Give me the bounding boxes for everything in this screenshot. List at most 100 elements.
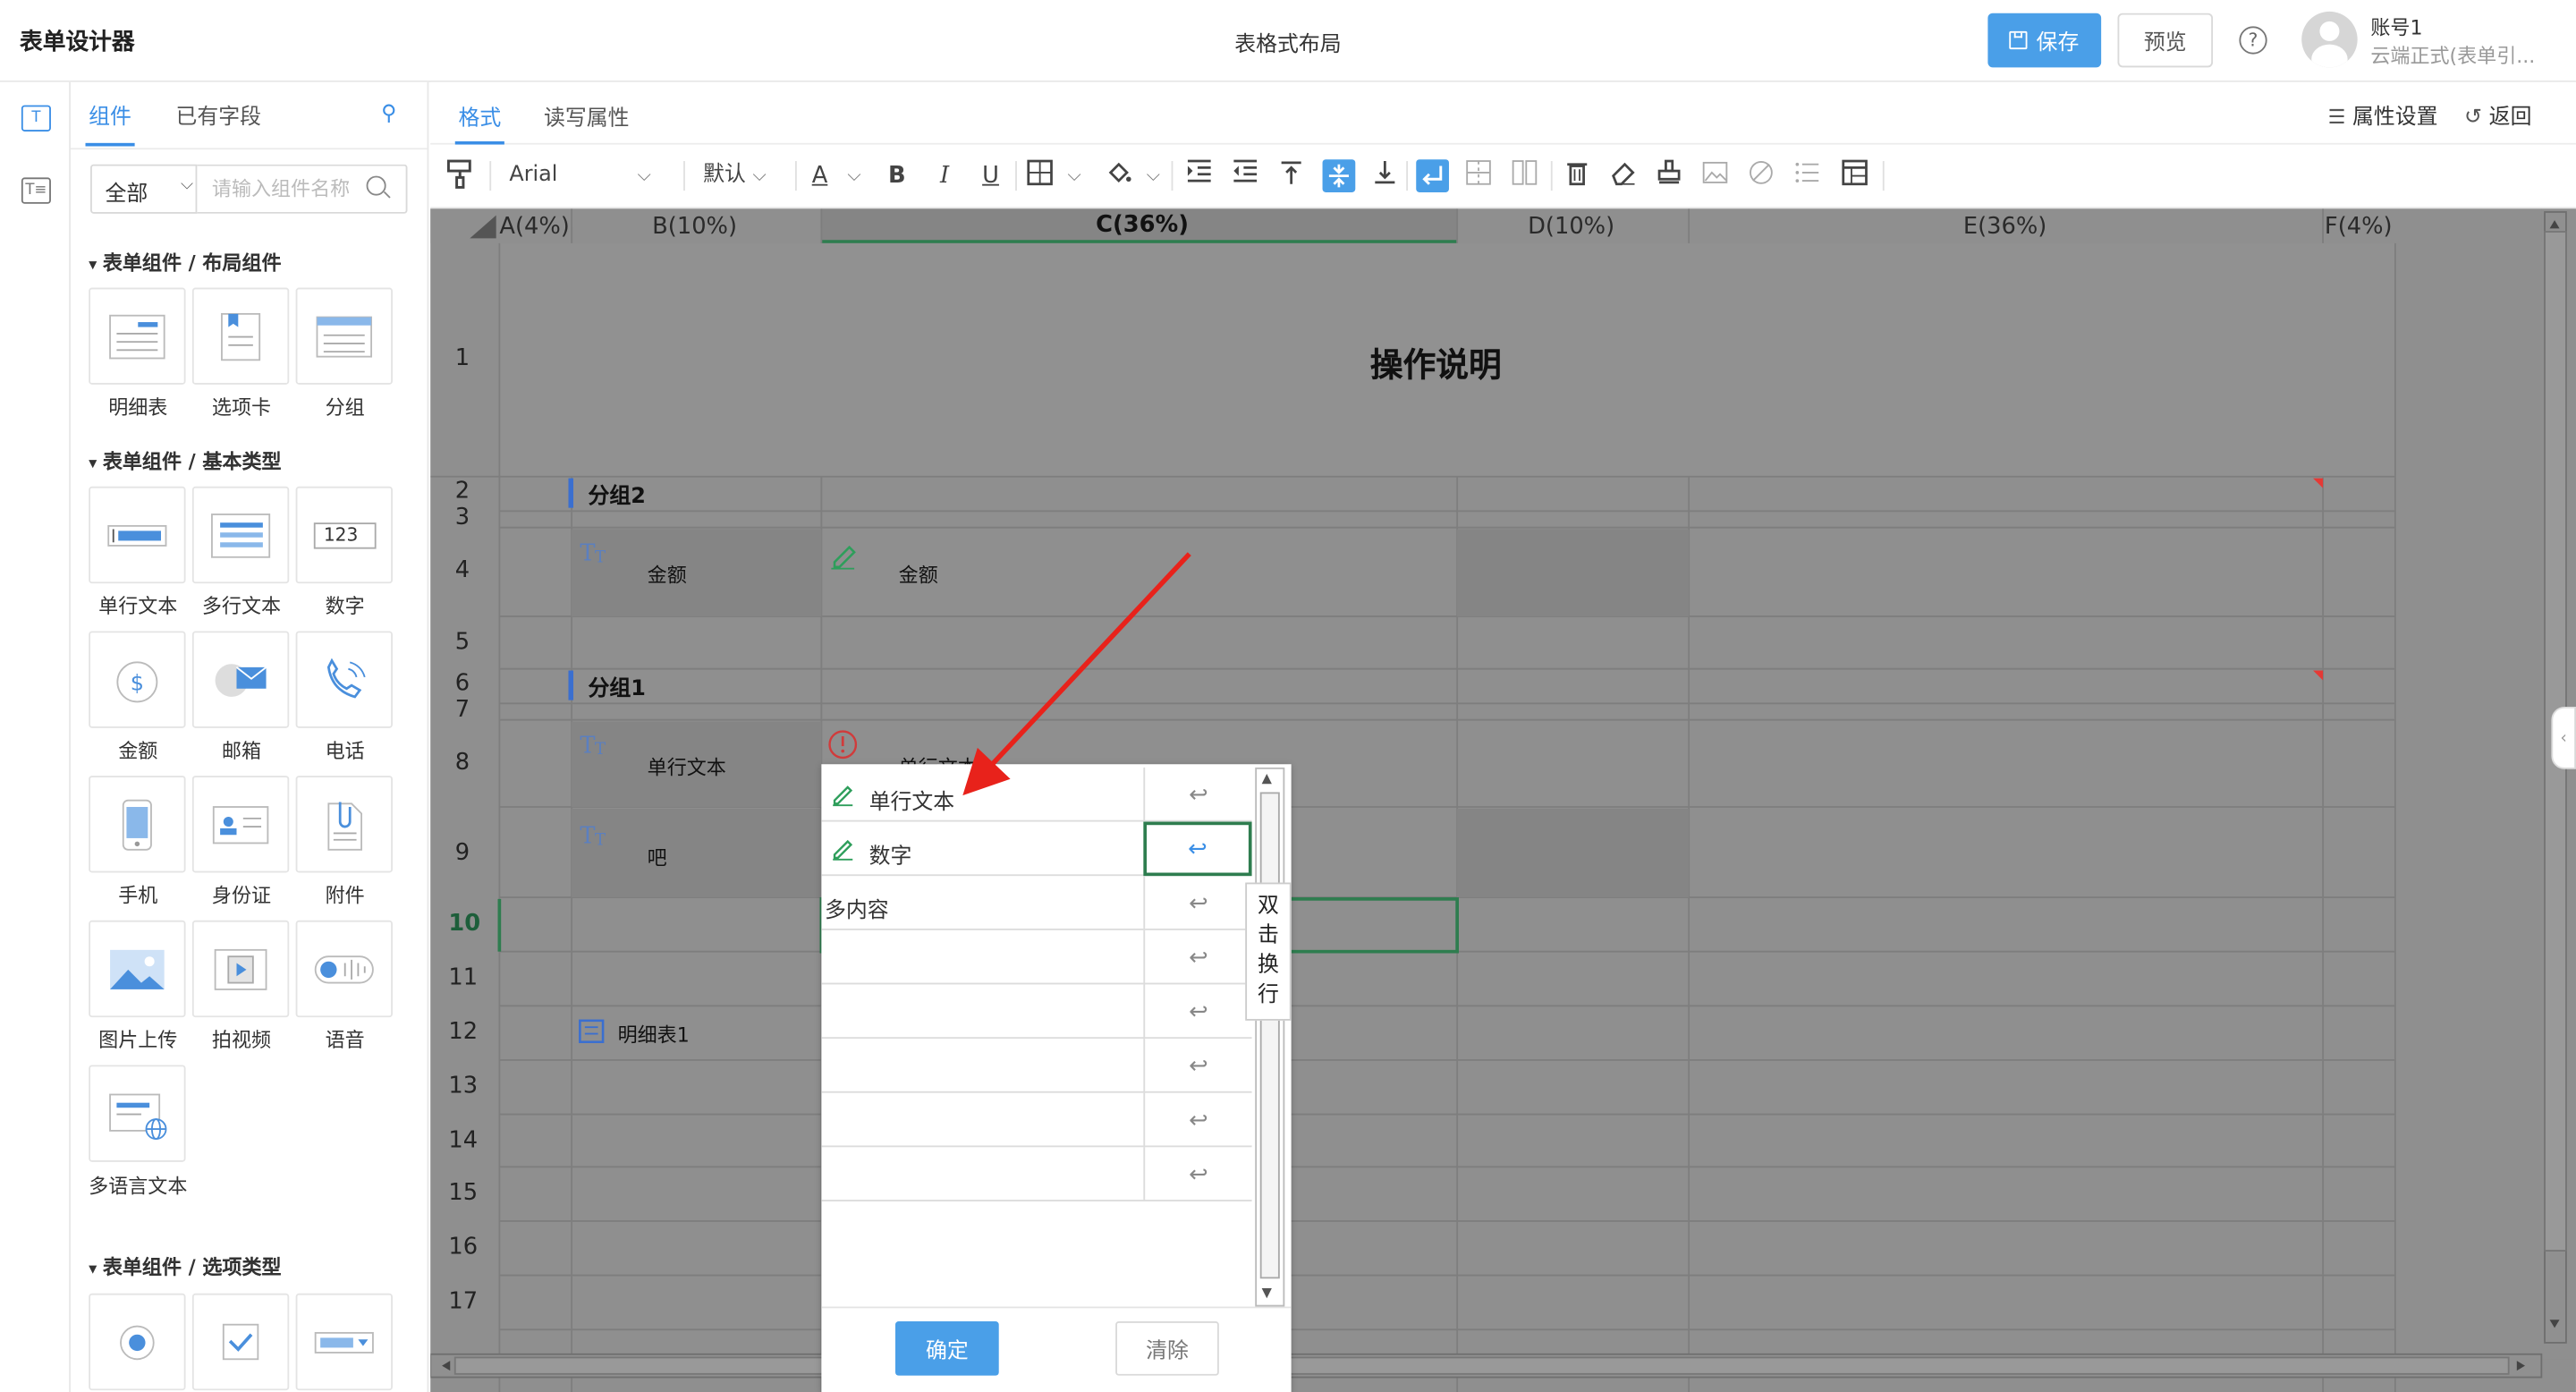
field-label-cell[interactable]: 单行文本 bbox=[648, 752, 726, 780]
phone-component[interactable] bbox=[295, 631, 393, 728]
field-label-cell[interactable]: 吧 bbox=[648, 843, 667, 870]
font-family-select[interactable]: Arial ⌵ bbox=[509, 159, 657, 192]
collapse-panel-handle[interactable]: ‹ bbox=[2551, 706, 2576, 769]
align-top-icon[interactable] bbox=[1276, 159, 1306, 192]
attachment-component[interactable] bbox=[295, 776, 393, 873]
row-header[interactable]: 7 bbox=[455, 697, 470, 723]
amount-component[interactable]: $ bbox=[89, 631, 186, 728]
stamp-icon[interactable] bbox=[1655, 159, 1684, 192]
column-header-f[interactable]: F(4%) bbox=[2325, 214, 2393, 240]
back-button[interactable]: ↺ 返回 bbox=[2464, 98, 2531, 131]
eraser-icon[interactable] bbox=[1608, 159, 1638, 192]
table-layout-icon[interactable] bbox=[1840, 159, 1869, 192]
tab-format[interactable]: 格式 bbox=[458, 100, 501, 132]
row-header[interactable]: 12 bbox=[448, 1019, 478, 1045]
option-row[interactable]: 数字 ↩ bbox=[821, 821, 1252, 877]
option-row[interactable]: ↩ bbox=[821, 1039, 1252, 1093]
fill-color-icon[interactable] bbox=[1104, 159, 1133, 192]
video-component[interactable] bbox=[191, 920, 290, 1018]
underline-button[interactable]: U bbox=[978, 159, 1004, 192]
wrap-line-icon[interactable]: ↩ bbox=[1143, 1039, 1251, 1093]
option-row[interactable]: 单行文本 ↩ bbox=[821, 767, 1252, 822]
pin-icon[interactable]: ⚲ bbox=[381, 102, 397, 127]
clear-button[interactable]: 清除 bbox=[1115, 1321, 1219, 1376]
format-painter-icon[interactable] bbox=[445, 159, 475, 192]
delete-icon[interactable] bbox=[1563, 159, 1592, 192]
wrap-text-icon[interactable] bbox=[1416, 159, 1449, 192]
option-row[interactable]: ↩ bbox=[821, 929, 1252, 985]
text-layout-icon[interactable]: T≡ bbox=[21, 177, 51, 204]
insert-image-icon[interactable] bbox=[1700, 159, 1730, 192]
section-title-layout[interactable]: 表单组件 / 布局组件 bbox=[89, 248, 282, 276]
option-row[interactable]: ↩ bbox=[821, 984, 1252, 1040]
group-header[interactable]: 分组1 bbox=[589, 671, 646, 702]
row-header[interactable]: 6 bbox=[455, 671, 470, 697]
spreadsheet-grid[interactable]: TT TT TT A(4%) B(10%) C(36%) D(10%) E(36… bbox=[430, 208, 2576, 1392]
row-header[interactable]: 17 bbox=[448, 1288, 478, 1314]
wrap-line-icon[interactable]: ↩ bbox=[1143, 984, 1251, 1040]
field-value-cell[interactable]: 金额 bbox=[899, 560, 938, 588]
scroll-down-icon[interactable]: ▼ bbox=[1262, 1286, 1272, 1301]
dialog-scrollbar[interactable]: ▲ ▼ bbox=[1255, 767, 1285, 1307]
warning-icon[interactable] bbox=[828, 730, 858, 760]
single-text-component[interactable] bbox=[89, 486, 186, 584]
wrap-line-icon[interactable]: ↩ bbox=[1143, 929, 1251, 985]
multi-text-component[interactable] bbox=[191, 486, 290, 584]
row-header[interactable]: 11 bbox=[448, 964, 478, 990]
column-header-e[interactable]: E(36%) bbox=[1963, 214, 2046, 240]
column-header-b[interactable]: B(10%) bbox=[652, 214, 737, 240]
voice-component[interactable] bbox=[295, 920, 393, 1018]
row-header[interactable]: 9 bbox=[455, 840, 470, 866]
font-size-select[interactable]: 默认 ⌵ bbox=[703, 159, 775, 192]
bold-button[interactable]: B bbox=[884, 159, 910, 192]
scrollbar-thumb[interactable] bbox=[1259, 792, 1280, 1279]
help-icon[interactable]: ? bbox=[2239, 26, 2267, 55]
form-title-cell[interactable]: 操作说明 bbox=[1370, 338, 1502, 386]
chevron-down-icon[interactable]: ⌵ bbox=[1142, 159, 1165, 192]
scroll-up-icon[interactable]: ▲ bbox=[1262, 771, 1272, 786]
font-color-button[interactable]: A bbox=[807, 159, 833, 192]
row-header[interactable]: 5 bbox=[455, 630, 470, 656]
mobile-component[interactable] bbox=[89, 776, 186, 873]
number-component[interactable]: 123 bbox=[295, 486, 393, 584]
detail-table-cell[interactable]: 明细表1 bbox=[618, 1021, 690, 1048]
save-button[interactable]: 保存 bbox=[1987, 13, 2102, 68]
wrap-line-icon[interactable]: ↩ bbox=[1143, 767, 1251, 822]
option-row[interactable]: ↩ bbox=[821, 1092, 1252, 1148]
grid-canvas[interactable]: TT TT TT bbox=[430, 208, 2576, 1392]
chevron-down-icon[interactable]: ⌵ bbox=[1063, 159, 1086, 192]
avatar[interactable] bbox=[2301, 11, 2358, 68]
list-icon[interactable] bbox=[1792, 159, 1822, 192]
option-text[interactable]: 多内容 bbox=[825, 893, 889, 924]
wrap-line-icon[interactable]: ↩ bbox=[1143, 1092, 1251, 1148]
row-header[interactable]: 2 bbox=[455, 479, 470, 505]
group-component[interactable] bbox=[295, 287, 393, 385]
align-middle-icon[interactable] bbox=[1322, 159, 1356, 192]
image-upload-component[interactable] bbox=[89, 920, 186, 1018]
row-header[interactable]: 15 bbox=[448, 1180, 478, 1206]
tab-component[interactable] bbox=[191, 287, 290, 385]
chevron-down-icon[interactable]: ⌵ bbox=[843, 159, 866, 192]
dropdown-component[interactable] bbox=[295, 1293, 393, 1391]
preview-button[interactable]: 预览 bbox=[2117, 13, 2214, 68]
account-name[interactable]: 账号1 bbox=[2370, 13, 2422, 41]
field-label-cell[interactable]: 金额 bbox=[648, 560, 687, 588]
option-text[interactable]: 数字 bbox=[869, 838, 912, 870]
group-header[interactable]: 分组2 bbox=[589, 479, 646, 510]
column-header-a[interactable]: A(4%) bbox=[499, 214, 569, 240]
row-header[interactable]: 14 bbox=[448, 1127, 478, 1153]
property-settings-button[interactable]: ☰ 属性设置 bbox=[2328, 98, 2438, 131]
row-header[interactable]: 1 bbox=[455, 345, 470, 371]
row-header[interactable]: 16 bbox=[448, 1235, 478, 1260]
italic-button[interactable]: I bbox=[931, 159, 957, 192]
edit-pencil-icon[interactable] bbox=[831, 838, 854, 868]
checkbox-component[interactable] bbox=[191, 1293, 290, 1391]
email-component[interactable] bbox=[191, 631, 290, 728]
align-bottom-icon[interactable] bbox=[1370, 159, 1400, 192]
tab-readwrite-properties[interactable]: 读写属性 bbox=[544, 100, 630, 132]
row-header[interactable]: 13 bbox=[448, 1074, 478, 1099]
row-header[interactable]: 3 bbox=[455, 505, 470, 530]
column-header-c[interactable]: C(36%) bbox=[1096, 212, 1189, 238]
row-header[interactable]: 4 bbox=[455, 557, 470, 583]
wrap-line-icon[interactable]: ↩ bbox=[1143, 1147, 1251, 1201]
